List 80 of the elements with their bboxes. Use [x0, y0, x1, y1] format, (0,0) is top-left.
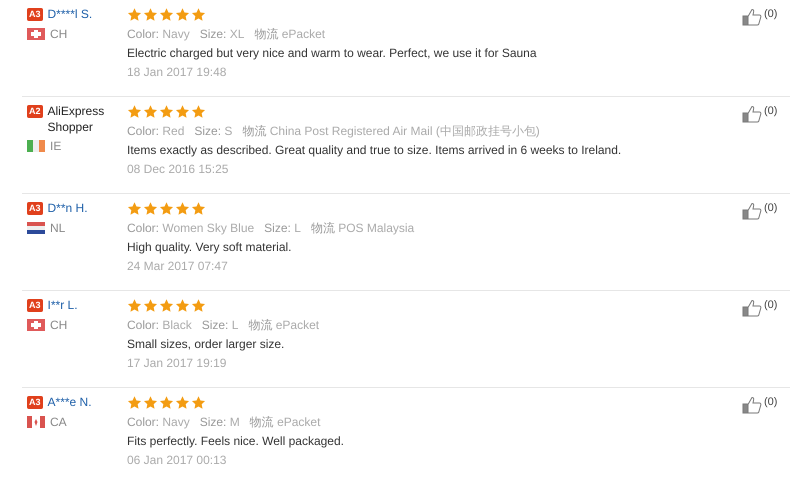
meta-field: Size: XL: [200, 27, 244, 41]
star-icon: [175, 201, 190, 216]
review-date: 18 Jan 2017 19:48: [127, 65, 228, 79]
thumbs-up-icon[interactable]: [742, 202, 762, 220]
meta-field: 物流 POS Malaysia: [310, 221, 414, 235]
meta-field: Color: Women Sky Blue: [127, 221, 254, 235]
like-count: (0): [764, 299, 778, 311]
star-icon: [191, 104, 206, 119]
star-icon: [191, 7, 206, 22]
country-code: CH: [50, 27, 68, 41]
country-code: NL: [50, 221, 66, 235]
star-icon: [127, 298, 142, 313]
star-icon: [143, 201, 158, 216]
star-icon: [191, 395, 206, 410]
star-icon: [127, 395, 142, 410]
star-icon: [143, 298, 158, 313]
meta-field: Color: Navy: [127, 415, 190, 429]
star-icon: [175, 7, 190, 22]
review-text: Items exactly as described. Great quality and true to size. Items arrived in 6 weeks to Ireland.: [127, 143, 622, 157]
like-count: (0): [764, 105, 778, 117]
like-count: (0): [764, 396, 778, 408]
flag-icon: [27, 319, 45, 331]
review-text: Fits perfectly. Feels nice. Well packaged.: [127, 434, 345, 448]
meta-field: 物流 ePacket: [250, 415, 320, 429]
meta-field: Color: Red: [127, 124, 184, 138]
star-icon: [191, 298, 206, 313]
star-icon: [159, 395, 174, 410]
star-icon: [159, 298, 174, 313]
star-icon: [159, 201, 174, 216]
country-code: CA: [50, 415, 67, 429]
star-icon: [127, 104, 142, 119]
review-text: Small sizes, order larger size.: [127, 337, 286, 351]
meta-field: Color: Navy: [127, 27, 190, 41]
meta-field: Size: M: [200, 415, 240, 429]
like-count: (0): [764, 8, 778, 20]
like-count: (0): [764, 202, 778, 214]
country-code: IE: [50, 139, 62, 153]
meta-field: 物流 ePacket: [254, 27, 326, 41]
level-badge: A2: [27, 105, 43, 118]
star-icon: [127, 7, 142, 22]
star-icon: [175, 104, 190, 119]
thumbs-up-icon[interactable]: [742, 8, 762, 26]
flag-icon: [27, 416, 45, 428]
level-badge: A3: [27, 396, 43, 409]
meta-field: 物流 ePacket: [248, 318, 320, 332]
level-badge: A3: [27, 299, 43, 312]
meta-field: Size: L: [264, 221, 301, 235]
star-icon: [143, 104, 158, 119]
reviewer-name[interactable]: I**r L.: [48, 298, 78, 312]
review-text: Electric charged but very nice and warm to wear. Perfect, we use it for Sauna: [127, 46, 538, 60]
meta-field: 物流 China Post Registered Air Mail (中国邮政挂号小包): [242, 124, 540, 138]
review-date: 17 Jan 2017 19:19: [127, 356, 228, 370]
star-icon: [175, 395, 190, 410]
star-icon: [175, 298, 190, 313]
reviewer-name[interactable]: D**n H.: [48, 201, 88, 215]
reviewer-name[interactable]: AliExpress Shopper: [48, 103, 120, 135]
review-date: 08 Dec 2016 15:25: [127, 162, 230, 176]
star-icon: [143, 7, 158, 22]
level-badge: A3: [27, 202, 43, 215]
review-date: 24 Mar 2017 07:47: [127, 259, 229, 273]
thumbs-up-icon[interactable]: [742, 105, 762, 123]
reviewer-name[interactable]: D****l S.: [48, 7, 92, 21]
thumbs-up-icon[interactable]: [742, 299, 762, 317]
meta-field: Size: L: [202, 318, 238, 332]
level-badge: A3: [27, 8, 43, 21]
star-icon: [191, 201, 206, 216]
flag-icon: [27, 222, 45, 234]
star-icon: [143, 395, 158, 410]
star-icon: [127, 201, 142, 216]
reviewer-name[interactable]: A***e N.: [48, 395, 92, 409]
country-code: CH: [50, 318, 68, 332]
star-icon: [159, 7, 174, 22]
meta-field: Color: Black: [127, 318, 192, 332]
flag-icon: [27, 140, 45, 152]
review-date: 06 Jan 2017 00:13: [127, 453, 228, 467]
star-icon: [159, 104, 174, 119]
flag-icon: [27, 28, 45, 40]
review-text: High quality. Very soft material.: [127, 240, 293, 254]
meta-field: Size: S: [194, 124, 232, 138]
thumbs-up-icon[interactable]: [742, 396, 762, 414]
